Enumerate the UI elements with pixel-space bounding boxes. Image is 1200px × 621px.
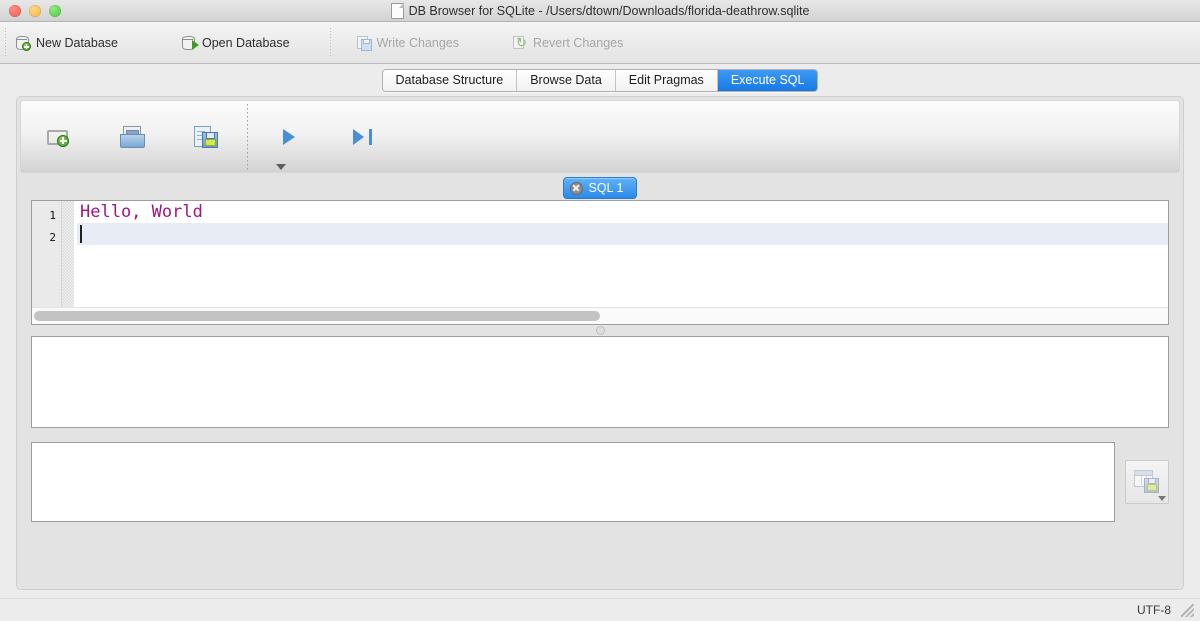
line-number: 2	[49, 231, 56, 244]
tab-edit-pragmas[interactable]: Edit Pragmas	[615, 69, 718, 91]
sql-editor-body: 1 2 Hello, World	[32, 201, 1168, 307]
tab-browse-data[interactable]: Browse Data	[517, 69, 616, 91]
main-toolbar: New Database Open Database Write Changes…	[0, 22, 1200, 64]
toolbar-overflow-arrow-icon[interactable]	[276, 164, 286, 170]
scrollbar-thumb[interactable]	[34, 311, 600, 321]
database-new-icon	[16, 35, 31, 51]
line-number: 1	[49, 209, 56, 222]
open-tab-button[interactable]	[21, 103, 95, 171]
splitter-handle[interactable]	[595, 326, 605, 335]
play-icon	[281, 127, 297, 147]
revert-changes-label: Revert Changes	[533, 35, 624, 50]
new-database-label: New Database	[36, 35, 118, 50]
tab-database-structure[interactable]: Database Structure	[382, 69, 518, 91]
tab-group: Database Structure Browse Data Edit Prag…	[381, 68, 819, 92]
open-database-label: Open Database	[202, 35, 290, 50]
main-tab-strip: Database Structure Browse Data Edit Prag…	[0, 64, 1200, 96]
status-bar: UTF-8	[0, 598, 1200, 621]
close-window-button[interactable]	[9, 4, 21, 17]
new-database-button[interactable]: New Database	[8, 32, 126, 53]
editor-results-splitter[interactable]	[17, 325, 1183, 336]
sql-tab-1[interactable]: SQL 1	[562, 177, 638, 199]
line-number-gutter: 1 2	[32, 201, 62, 307]
write-changes-label: Write Changes	[376, 35, 460, 50]
content-area: SQL 1 1 2 Hello, World	[0, 96, 1200, 598]
toolbar-separator	[327, 27, 333, 58]
save-sql-file-button[interactable]	[169, 103, 243, 171]
execute-current-line-button[interactable]	[326, 103, 400, 171]
tab-execute-sql[interactable]: Execute SQL	[717, 69, 818, 91]
execute-sql-panel: SQL 1 1 2 Hello, World	[16, 96, 1184, 590]
title-bar: DB Browser for SQLite - /Users/dtown/Dow…	[0, 0, 1200, 22]
messages-pane[interactable]	[31, 442, 1115, 522]
fold-margin	[62, 201, 74, 307]
editor-horizontal-scrollbar[interactable]	[32, 307, 1168, 324]
minimize-window-button[interactable]	[29, 4, 41, 17]
save-file-icon	[194, 125, 218, 148]
sql-toolbar	[20, 100, 1180, 173]
text-cursor	[80, 225, 82, 243]
chevron-down-icon[interactable]	[1158, 496, 1166, 501]
messages-row	[31, 442, 1169, 522]
close-tab-icon[interactable]	[569, 181, 583, 195]
sql-file-button-group	[21, 103, 243, 171]
sql-tab-label: SQL 1	[588, 181, 624, 195]
save-results-icon	[1134, 470, 1160, 494]
resize-grip[interactable]	[1181, 603, 1194, 617]
revert-changes-button[interactable]: ↻ Revert Changes	[505, 33, 631, 53]
sql-toolbar-separator	[245, 103, 250, 170]
results-grid[interactable]	[31, 336, 1169, 428]
open-file-icon	[120, 125, 145, 148]
new-tab-icon	[47, 128, 69, 147]
window-controls	[0, 4, 61, 17]
window-title: DB Browser for SQLite - /Users/dtown/Dow…	[408, 3, 810, 18]
code-line: Hello, World	[80, 202, 203, 222]
execute-all-button[interactable]	[252, 103, 326, 171]
document-icon	[390, 2, 404, 19]
sql-execute-button-group	[252, 103, 400, 171]
sql-editor[interactable]: 1 2 Hello, World	[31, 200, 1169, 325]
code-line-current	[77, 223, 1168, 245]
maximize-window-button[interactable]	[49, 4, 61, 17]
play-to-line-icon	[353, 127, 373, 147]
database-open-icon	[182, 35, 199, 50]
app-window: DB Browser for SQLite - /Users/dtown/Dow…	[0, 0, 1200, 621]
open-database-button[interactable]: Open Database	[174, 32, 298, 53]
code-area[interactable]: Hello, World	[74, 201, 1168, 307]
open-sql-file-button[interactable]	[95, 103, 169, 171]
write-changes-icon	[356, 35, 372, 51]
revert-changes-icon: ↻	[513, 35, 527, 50]
write-changes-button[interactable]: Write Changes	[349, 33, 467, 53]
encoding-label: UTF-8	[1137, 603, 1171, 617]
sql-tab-bar: SQL 1	[17, 176, 1183, 200]
save-results-button[interactable]	[1125, 460, 1169, 504]
window-title-container: DB Browser for SQLite - /Users/dtown/Dow…	[0, 2, 1200, 19]
